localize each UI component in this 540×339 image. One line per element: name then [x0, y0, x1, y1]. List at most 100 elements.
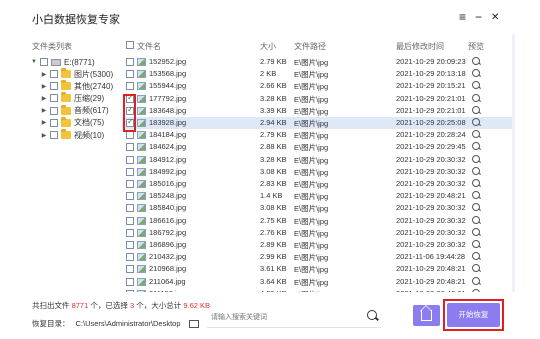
expand-icon[interactable]: ▶	[40, 95, 48, 102]
table-row[interactable]: 185840.jpg 3.08 KB E\图片\jpg 2021-10-29 20:3…	[122, 202, 514, 214]
tree-checkbox[interactable]	[50, 70, 58, 78]
preview-icon[interactable]	[472, 93, 481, 103]
col-modified-header[interactable]: 最后修改时间	[396, 41, 444, 52]
tree-item[interactable]: ▶ 压缩(29)	[40, 92, 104, 104]
table-row[interactable]: 210432.jpg 2.99 KB E\图片\jpg 2021-11-06 19:4…	[122, 251, 514, 263]
search-input[interactable]	[211, 310, 361, 324]
row-checkbox[interactable]	[126, 216, 134, 225]
row-checkbox[interactable]	[126, 265, 134, 274]
col-path-header[interactable]: 文件路径	[294, 41, 326, 52]
select-all-checkbox[interactable]	[126, 41, 134, 49]
table-row[interactable]: 155944.jpg 2.66 KB E\图片\jpg 2021-10-29 20:1…	[122, 80, 514, 92]
expand-icon[interactable]: ▶	[40, 71, 48, 78]
row-checkbox[interactable]	[126, 143, 134, 152]
menu-icon[interactable]: ≡	[459, 10, 466, 24]
table-row[interactable]: 186792.jpg 2.76 KB E\图片\jpg 2021-10-29 20:3…	[122, 227, 514, 239]
minimize-icon[interactable]: −	[475, 10, 482, 24]
row-size: 2.94 KB	[260, 118, 287, 127]
row-checkbox[interactable]	[126, 289, 134, 292]
preview-icon[interactable]	[472, 252, 481, 261]
preview-icon[interactable]	[472, 130, 481, 139]
tree-checkbox[interactable]	[50, 131, 58, 139]
table-row[interactable]: 186896.jpg 2.89 KB E\图片\jpg 2021-10-29 20:3…	[122, 239, 514, 251]
list-scrollbar[interactable]	[512, 34, 515, 292]
table-row[interactable]: 184912.jpg 3.28 KB E\图片\jpg 2021-10-29 20:3…	[122, 154, 514, 166]
row-filename: 184624.jpg	[149, 142, 187, 152]
tree-item[interactable]: ▶ 音频(617)	[40, 104, 109, 117]
row-modified: 2021-10-29 20:48:21	[396, 289, 466, 292]
col-size-header[interactable]: 大小	[260, 41, 276, 52]
preview-icon[interactable]	[472, 69, 481, 78]
restore-dir-path[interactable]: C:\Users\Administrator\Desktop	[76, 319, 181, 328]
preview-icon[interactable]	[472, 203, 481, 212]
preview-icon[interactable]	[472, 118, 481, 127]
table-row[interactable]: 210968.jpg 3.61 KB E\图片\jpg 2021-10-29 20:4…	[122, 263, 514, 275]
expand-icon[interactable]: ▶	[40, 83, 48, 90]
table-row[interactable]: 211152.jpg 4.89 KB E\图片\jpg 2021-10-29 20:4…	[122, 288, 514, 292]
preview-icon[interactable]	[472, 179, 481, 188]
preview-icon[interactable]	[472, 191, 481, 200]
preview-icon[interactable]	[472, 142, 481, 151]
row-checkbox[interactable]	[126, 192, 134, 201]
folder-icon	[61, 129, 71, 139]
expand-icon[interactable]: ▶	[40, 119, 48, 126]
row-filename: 185840.jpg	[149, 203, 187, 213]
tree-item[interactable]: ▶ 文档(75)	[40, 116, 104, 129]
expand-icon[interactable]: ▶	[40, 132, 48, 139]
close-icon[interactable]: ✕	[491, 11, 499, 25]
table-row[interactable]: 186616.jpg 2.75 KB E\图片\jpg 2021-10-29 20:3…	[122, 215, 514, 227]
tree-checkbox[interactable]	[50, 118, 58, 127]
tree-root-drive[interactable]: ▼ E:(8771)	[30, 56, 95, 68]
expand-icon[interactable]: ▶	[40, 107, 48, 114]
preview-icon[interactable]	[472, 81, 481, 90]
table-row[interactable]: 185016.jpg 2.83 KB E\图片\jpg 2021-10-29 20:3…	[122, 178, 514, 190]
row-checkbox[interactable]	[126, 228, 134, 237]
row-checkbox[interactable]	[126, 131, 134, 140]
table-row[interactable]: 211064.jpg 3.64 KB E\图片\jpg 2021-10-29 20:4…	[122, 276, 514, 288]
row-checkbox[interactable]	[126, 241, 134, 249]
row-size: 2.75 KB	[260, 215, 287, 225]
tree-checkbox[interactable]	[50, 82, 58, 91]
row-checkbox[interactable]	[126, 82, 134, 91]
preview-icon[interactable]	[472, 227, 481, 237]
tree-item[interactable]: ▶ 其他(2740)	[40, 80, 113, 92]
table-row[interactable]: 184184.jpg 2.79 KB E\图片\jpg 2021-10-29 20:2…	[122, 129, 514, 141]
table-row[interactable]: 183928.jpg 2.94 KB E\图片\jpg 2021-10-29 20:2…	[122, 117, 514, 130]
preview-icon[interactable]	[472, 288, 481, 292]
row-checkbox[interactable]	[126, 70, 134, 79]
row-checkbox[interactable]	[126, 58, 134, 66]
home-button[interactable]	[413, 305, 440, 326]
tree-item[interactable]: ▶ 图片(5300)	[40, 68, 113, 80]
preview-icon[interactable]	[472, 240, 481, 249]
col-name-header[interactable]: 文件名	[137, 41, 161, 52]
tree-checkbox[interactable]	[50, 106, 58, 115]
row-checkbox[interactable]	[126, 167, 134, 176]
preview-icon[interactable]	[472, 105, 481, 115]
row-checkbox[interactable]	[126, 277, 134, 286]
preview-icon[interactable]	[472, 276, 481, 286]
preview-icon[interactable]	[472, 154, 481, 164]
row-checkbox[interactable]	[126, 253, 134, 262]
row-filename: 186896.jpg	[149, 240, 187, 249]
tree-checkbox[interactable]	[50, 94, 58, 103]
collapse-icon[interactable]: ▼	[30, 59, 38, 65]
open-folder-icon[interactable]	[188, 319, 199, 328]
table-row[interactable]: 185248.jpg 1.4 KB E\图片\jpg 2021-10-29 20:48…	[122, 190, 514, 202]
preview-icon[interactable]	[472, 166, 481, 176]
preview-icon[interactable]	[472, 215, 481, 225]
row-checkbox[interactable]	[126, 204, 134, 213]
table-row[interactable]: 183648.jpg 3.39 KB E\图片\jpg 2021-10-29 20:2…	[122, 105, 514, 117]
preview-icon[interactable]	[472, 264, 481, 273]
image-file-icon	[137, 70, 146, 79]
table-row[interactable]: 184992.jpg 3.08 KB E\图片\jpg 2021-10-29 20:3…	[122, 166, 514, 178]
table-row[interactable]: 152952.jpg 2.79 KB E\图片\jpg 2021-10-29 20:0…	[122, 56, 514, 68]
tree-checkbox[interactable]	[40, 58, 48, 66]
table-row[interactable]: 177792.jpg 3.28 KB E\图片\jpg 2021-10-29 20:2…	[122, 93, 514, 105]
table-row[interactable]: 184624.jpg 2.88 KB E\图片\jpg 2021-10-29 20:2…	[122, 141, 514, 153]
search-icon[interactable]	[367, 310, 379, 322]
table-row[interactable]: 153568.jpg 2 KB E\图片\jpg 2021-10-29 20:13:1…	[122, 68, 514, 80]
preview-icon[interactable]	[472, 57, 481, 66]
tree-item[interactable]: ▶ 视频(10)	[40, 129, 104, 141]
row-checkbox[interactable]	[126, 180, 134, 188]
row-checkbox[interactable]	[126, 155, 134, 164]
